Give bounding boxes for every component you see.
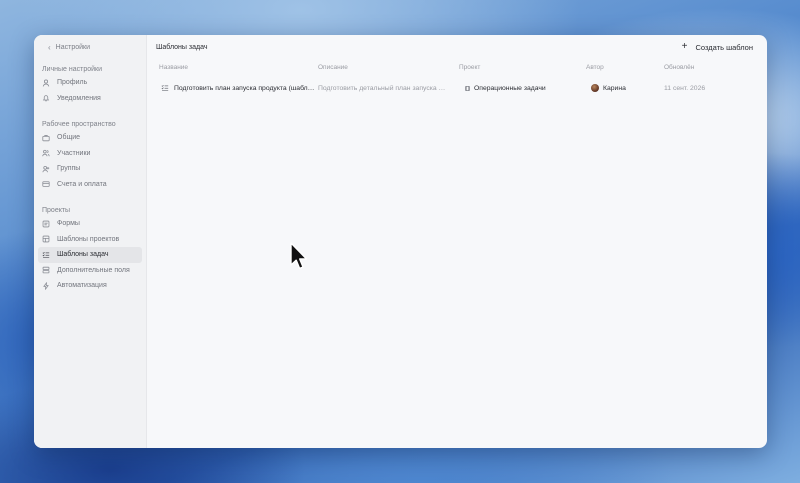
sidebar-item-task-templates[interactable]: Шаблоны задач [38,247,142,263]
group-icon [42,165,50,173]
template-project: Операционные задачи [474,84,546,92]
sidebar-item-label: Шаблоны задач [57,251,109,259]
template-author: Карина [603,84,626,92]
sidebar-item-groups[interactable]: Группы [38,161,142,177]
sidebar-item-label: Формы [57,220,80,228]
column-header-description[interactable]: Описание [318,64,459,71]
sidebar-item-label: Группы [57,165,81,173]
bell-icon [42,94,50,102]
section-projects-title: Проекты [42,207,71,214]
column-header-author[interactable]: Автор [586,64,664,71]
table-header: Название Описание Проект Автор Обновлён [147,59,767,75]
card-icon [42,180,50,188]
sidebar-item-billing[interactable]: Счета и оплата [38,177,142,193]
sidebar-item-label: Общие [57,134,81,142]
sidebar-item-label: Счета и оплата [57,180,107,188]
template-description: Подготовить детальный план запуска нов… [318,84,457,92]
page-header: Шаблоны задач + Создать шаблон [147,35,767,59]
avatar [591,84,599,92]
sidebar-item-automation[interactable]: Автоматизация [38,278,142,294]
form-icon [42,220,50,228]
sidebar-item-label: Профиль [57,79,88,87]
back-label: Настройки [55,44,90,51]
settings-window: ‹ Настройки Личные настройки Профиль Уве… [34,35,767,448]
sidebar-item-notifications[interactable]: Уведомления [38,91,142,107]
user-icon [42,79,50,87]
template-project-cell: Операционные задачи [459,85,586,92]
sidebar-item-profile[interactable]: Профиль [38,75,142,91]
sidebar-item-general[interactable]: Общие [38,130,142,146]
column-header-project[interactable]: Проект [459,64,586,71]
fields-icon [42,266,50,274]
create-template-button[interactable]: + Создать шаблон [682,42,753,52]
sidebar-item-label: Автоматизация [57,282,107,290]
section-personal-title: Личные настройки [42,66,103,73]
sidebar-item-label: Уведомления [57,94,101,102]
plus-icon: + [681,41,688,52]
section-workspace-title: Рабочее пространство [42,121,116,128]
task-template-icon [161,84,169,92]
task-templates-page: Шаблоны задач + Создать шаблон Название … [147,35,767,448]
project-icon [465,85,470,91]
template-name: Подготовить план запуска продукта (шабл… [174,84,315,92]
sidebar-item-label: Дополнительные поля [57,266,130,274]
sidebar-item-custom-fields[interactable]: Дополнительные поля [38,263,142,279]
template-name-cell: Подготовить план запуска продукта (шабл… [147,84,318,92]
settings-sidebar: ‹ Настройки Личные настройки Профиль Уве… [34,35,147,448]
back-to-settings-link[interactable]: ‹ Настройки [34,42,146,53]
sidebar-item-members[interactable]: Участники [38,146,142,162]
table-row[interactable]: Подготовить план запуска продукта (шабл…… [147,75,767,101]
briefcase-icon [42,134,50,142]
chevron-left-icon: ‹ [48,43,51,52]
sidebar-item-forms[interactable]: Формы [38,216,142,232]
template-updated: 11 сент. 2026 [664,84,706,92]
template-author-cell: Карина [586,84,664,92]
template-icon [42,235,50,243]
mouse-cursor-icon [290,242,308,270]
sidebar-item-label: Шаблоны проектов [57,235,120,243]
bolt-icon [42,282,50,290]
sidebar-item-project-templates[interactable]: Шаблоны проектов [38,232,142,248]
create-template-label: Создать шаблон [695,42,753,52]
column-header-name[interactable]: Название [147,64,318,71]
column-header-updated[interactable]: Обновлён [664,64,767,71]
users-icon [42,149,50,157]
sidebar-item-label: Участники [57,149,91,157]
task-template-icon [42,251,50,259]
page-title: Шаблоны задач [156,43,208,51]
